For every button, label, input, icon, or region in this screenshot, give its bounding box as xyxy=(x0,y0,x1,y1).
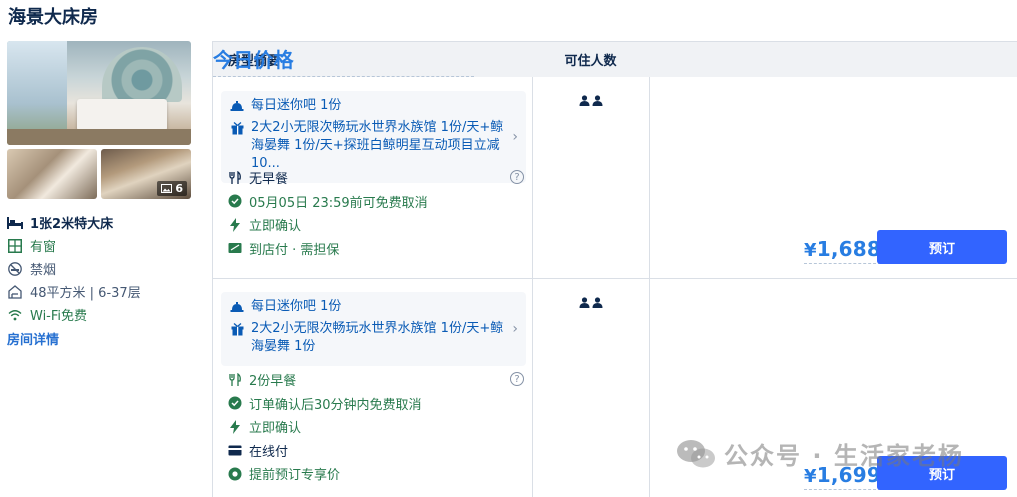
room-photo-thumb[interactable] xyxy=(7,149,97,199)
photo-count-badge: 6 xyxy=(157,181,187,196)
gift-icon xyxy=(229,119,245,137)
header-price: 今日价格 xyxy=(213,42,474,77)
person-icon xyxy=(592,95,603,106)
benefit-item: 2大2小无限次畅玩水世界水族馆 1份/天+鲸海晏舞 1份 xyxy=(229,320,506,356)
benefit-item: 每日迷你吧 1份 xyxy=(229,298,506,316)
window-info: 有窗 xyxy=(7,234,197,257)
room-title: 海景大床房 xyxy=(8,7,98,28)
area-info: 48平方米 | 6-37层 xyxy=(7,280,197,303)
area-icon xyxy=(7,284,23,300)
policy-list: 2份早餐 ? 订单确认后30分钟内免费取消 立即确认 在线付 提前预订专享价 xyxy=(227,368,527,486)
smoking-info: 禁烟 xyxy=(7,257,197,280)
lightning-icon xyxy=(227,419,243,435)
room-attributes: 1张2米特大床 有窗 禁烟 48平方米 | 6-37层 Wi-Fi免费 xyxy=(7,211,197,326)
dot-circle-icon xyxy=(227,466,243,482)
minibar-icon xyxy=(229,298,245,316)
wifi-info: Wi-Fi免费 xyxy=(7,303,197,326)
check-circle-icon xyxy=(227,193,243,209)
header-guests: 可住人数 xyxy=(564,54,617,69)
policy-list: 无早餐 ? 05月05日 23:59前可免费取消 立即确认 到店付 · 需担保 xyxy=(227,166,527,260)
rate-row: 每日迷你吧 1份 2大2小无限次畅玩水世界水族馆 1份/天+鲸海晏舞 1份 › … xyxy=(213,279,1017,497)
benefits-box[interactable]: 每日迷你吧 1份 2大2小无限次畅玩水世界水族馆 1份/天+鲸海晏舞 1份 › xyxy=(221,292,526,366)
meal-policy: 无早餐 ? xyxy=(227,166,527,190)
cancel-policy[interactable]: 05月05日 23:59前可免费取消 xyxy=(227,190,527,214)
person-icon xyxy=(579,297,590,308)
person-icon xyxy=(579,95,590,106)
room-photo-main[interactable] xyxy=(7,41,191,145)
card-icon xyxy=(227,442,243,458)
fork-knife-icon xyxy=(227,170,243,186)
rate-row: 每日迷你吧 1份 2大2小无限次畅玩水世界水族馆 1份/天+鲸海晏舞 1份/天+… xyxy=(213,77,1017,278)
payment-policy[interactable]: 到店付 · 需担保 xyxy=(227,237,527,261)
benefit-item: 2大2小无限次畅玩水世界水族馆 1份/天+鲸海晏舞 1份/天+探班白鲸明星互动项… xyxy=(229,119,506,173)
promo-policy: 提前预订专享价 xyxy=(227,462,527,486)
no-smoking-icon xyxy=(7,261,23,277)
confirm-policy: 立即确认 xyxy=(227,213,527,237)
fork-knife-icon xyxy=(227,372,243,388)
window-icon xyxy=(7,238,23,254)
room-details-link[interactable]: 房间详情 xyxy=(7,329,59,348)
photo-count: 6 xyxy=(175,182,183,195)
lightning-icon xyxy=(227,217,243,233)
minibar-icon xyxy=(229,97,245,115)
guest-capacity xyxy=(579,95,603,106)
chevron-right-icon: › xyxy=(512,321,518,337)
wifi-icon xyxy=(7,307,23,323)
rate-table: 房型摘要 可住人数 今日价格 每日迷你吧 1份 2大2小无限次畅玩水世界水族馆 … xyxy=(212,41,1017,497)
book-button[interactable]: 预订 xyxy=(877,456,1007,490)
price[interactable]: ¥1,688 xyxy=(804,237,881,264)
table-header: 房型摘要 可住人数 今日价格 xyxy=(213,42,1017,77)
guest-capacity xyxy=(579,297,603,308)
check-circle-icon xyxy=(227,395,243,411)
room-photo-gallery[interactable]: 6 xyxy=(7,41,191,199)
bed-type: 1张2米特大床 xyxy=(7,211,197,234)
room-photo-thumb[interactable]: 6 xyxy=(101,149,191,199)
help-icon[interactable]: ? xyxy=(510,170,524,184)
confirm-policy: 立即确认 xyxy=(227,415,527,439)
chevron-right-icon: › xyxy=(512,129,518,145)
gift-icon xyxy=(229,320,245,338)
pay-at-hotel-icon xyxy=(227,240,243,256)
book-button[interactable]: 预订 xyxy=(877,230,1007,264)
benefit-item: 每日迷你吧 1份 xyxy=(229,97,506,115)
help-icon[interactable]: ? xyxy=(510,372,524,386)
person-icon xyxy=(592,297,603,308)
image-icon xyxy=(161,184,173,193)
bed-icon xyxy=(7,215,23,231)
price[interactable]: ¥1,699 xyxy=(804,463,881,490)
cancel-policy[interactable]: 订单确认后30分钟内免费取消 xyxy=(227,392,527,416)
payment-policy: 在线付 xyxy=(227,439,527,463)
meal-policy: 2份早餐 ? xyxy=(227,368,527,392)
